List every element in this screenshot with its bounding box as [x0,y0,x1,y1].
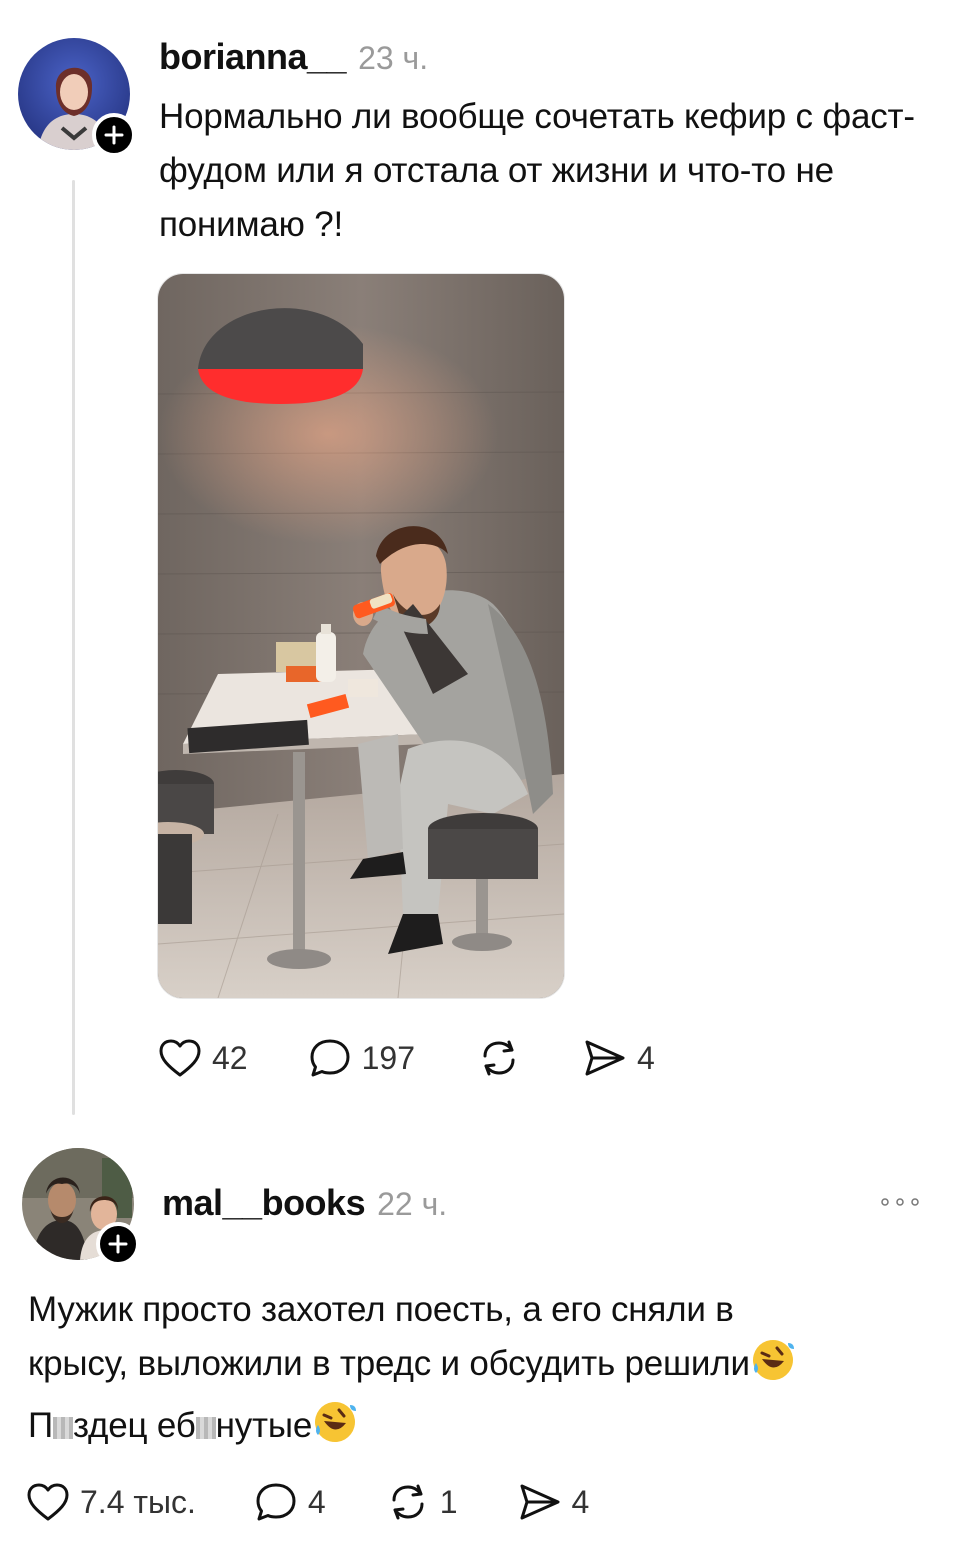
rofl-emoji-icon [312,1399,358,1461]
heart-icon [27,1483,69,1521]
reply-repost-button[interactable]: 1 [386,1480,458,1524]
reply-text: Мужик просто захотел поесть, а его сняли… [28,1283,938,1461]
reply-text-line-2: крысу, выложили в тредс и обсудить решил… [28,1337,938,1399]
reply-share-count: 4 [571,1483,590,1520]
reply-text-part-c: нутые [215,1406,313,1445]
post-header: borianna__ 23 ч. [159,36,428,78]
reply-comment-count: 4 [307,1483,326,1520]
comment-bubble-icon [310,1039,350,1077]
reply-text-line-3: Пздец еб нутые [28,1399,938,1461]
post-comment-count: 197 [361,1039,415,1076]
post-like-count: 42 [212,1039,248,1076]
reply-username[interactable]: mal__books [162,1182,366,1223]
follow-button[interactable] [96,1222,140,1266]
send-icon [585,1040,625,1076]
reply-actions: 7.4 тыс. 4 1 4 [26,1480,589,1524]
censor-mark [52,1417,73,1439]
censor-mark [195,1417,216,1439]
thread-line [72,180,75,1115]
reply-like-count: 7.4 тыс. [80,1483,196,1520]
follow-button[interactable] [92,113,136,157]
post-like-button[interactable]: 42 [158,1038,248,1078]
more-options-button[interactable] [880,1195,920,1214]
post-username[interactable]: borianna__ [159,36,347,77]
post-comment-button[interactable]: 197 [308,1037,415,1079]
send-icon [520,1484,560,1520]
reply-text-line-1: Мужик просто захотел поесть, а его сняли… [28,1290,734,1329]
post-text: Нормально ли вообще сочетать кефир с фас… [159,97,915,244]
post-photo[interactable] [157,273,565,999]
post-share-count: 4 [636,1039,655,1076]
repost-icon [483,1040,515,1076]
reply-comment-button[interactable]: 4 [254,1481,326,1523]
post-actions: 42 197 4 [158,1036,655,1080]
reply-text-line-2-text: крысу, выложили в тредс и обсудить решил… [28,1344,750,1383]
plus-icon [104,125,124,145]
post-time: 23 ч. [358,40,429,76]
rofl-emoji-icon [750,1337,796,1399]
heart-icon [159,1039,201,1077]
reply-text-part-b: здец еб [72,1406,196,1445]
plus-icon [108,1234,128,1254]
reply-repost-count: 1 [439,1483,458,1520]
repost-icon [392,1484,424,1520]
more-dots-icon [881,1198,919,1206]
comment-bubble-icon [256,1483,296,1521]
post-repost-button[interactable] [477,1036,521,1080]
reply-like-button[interactable]: 7.4 тыс. [26,1482,196,1522]
post-share-button[interactable]: 4 [583,1037,655,1079]
reply-header: mal__books 22 ч. [162,1182,447,1224]
reply-share-button[interactable]: 4 [518,1481,590,1523]
reply-time: 22 ч. [377,1186,448,1222]
reply-text-part-a: П [28,1406,53,1445]
